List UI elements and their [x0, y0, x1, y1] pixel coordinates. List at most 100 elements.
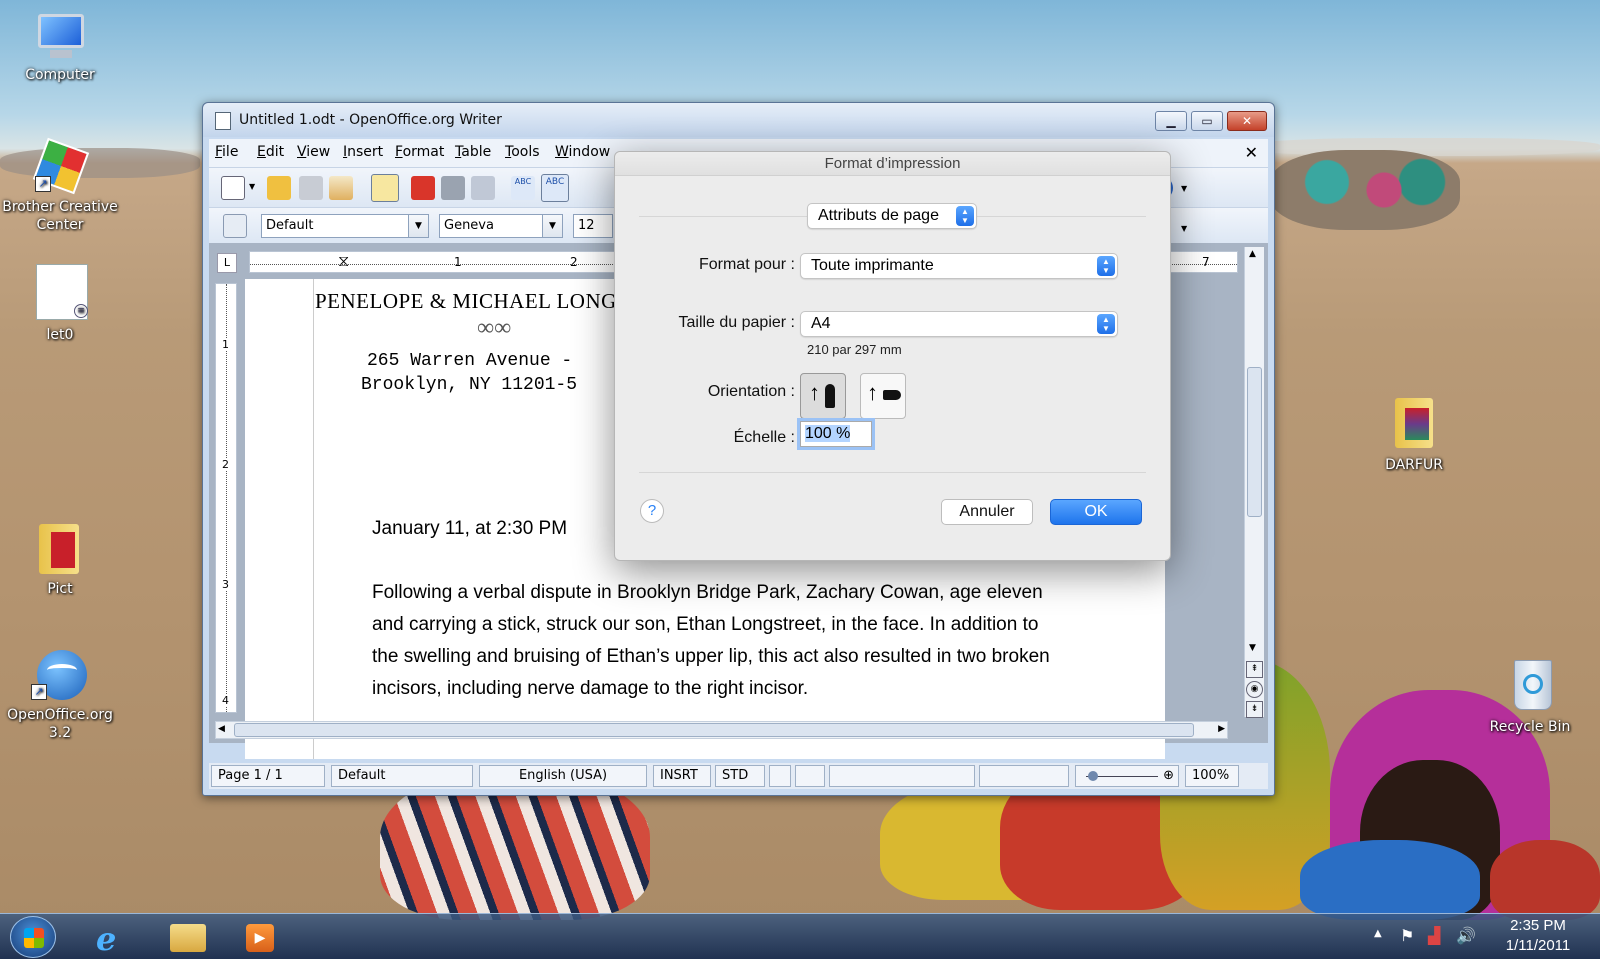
menu-edit[interactable]: Edit: [257, 144, 284, 160]
desktop-icon-pict[interactable]: Pict: [0, 520, 120, 598]
help-button[interactable]: ?: [640, 499, 664, 523]
save-icon[interactable]: [299, 176, 323, 200]
status-page[interactable]: Page 1 / 1: [211, 765, 325, 787]
menu-tools[interactable]: Tools: [505, 144, 540, 160]
export-pdf-icon[interactable]: [411, 176, 435, 200]
maximize-icon: ▭: [1201, 114, 1213, 128]
scale-input[interactable]: 100 %: [800, 421, 872, 447]
print-preview-icon[interactable]: [471, 176, 495, 200]
desktop-icon-let0[interactable]: ≡ let0: [0, 264, 120, 344]
zoom-slider-thumb[interactable]: [1088, 771, 1098, 781]
file-explorer-taskbar-button[interactable]: [160, 918, 216, 956]
clock-time: 2:35 PM: [1510, 917, 1566, 934]
scroll-left-icon[interactable]: ◀: [218, 724, 225, 734]
view-layout-icons[interactable]: [979, 765, 1069, 787]
scrollbar-thumb[interactable]: [1247, 367, 1262, 517]
scroll-up-icon[interactable]: ▲: [1249, 249, 1256, 259]
zoom-in-icon[interactable]: ⊕: [1163, 766, 1174, 786]
letterhead-name: PENELOPE & MICHAEL LONG: [315, 289, 617, 313]
next-page-icon[interactable]: ⇟: [1246, 701, 1263, 718]
desktop-icon-darfur[interactable]: DARFUR: [1354, 396, 1474, 474]
status-bar: Page 1 / 1 Default English (USA) INSRT S…: [209, 763, 1268, 789]
format-for-popup[interactable]: Toute imprimante ▲ ▼: [800, 253, 1118, 279]
status-page-style[interactable]: Default: [331, 765, 473, 787]
start-button[interactable]: [10, 916, 56, 958]
font-name-combo[interactable]: Geneva ▼: [439, 214, 563, 238]
minimize-button[interactable]: ▁: [1155, 111, 1187, 131]
menu-table[interactable]: Table: [455, 144, 491, 160]
dialog-separator: [639, 472, 1146, 473]
print-icon[interactable]: [441, 176, 465, 200]
ok-button[interactable]: OK: [1050, 499, 1142, 525]
system-clock[interactable]: 2:35 PM 1/11/2011: [1488, 916, 1588, 956]
zoom-slider[interactable]: ⊕: [1075, 765, 1179, 787]
internet-explorer-taskbar-button[interactable]: e: [86, 918, 142, 958]
horizontal-scrollbar[interactable]: ◀ ▶: [215, 721, 1228, 739]
media-player-taskbar-button[interactable]: ▶: [232, 918, 288, 956]
status-language[interactable]: English (USA): [479, 765, 647, 787]
internet-explorer-icon: e: [96, 920, 117, 958]
margin-line: [313, 279, 314, 759]
spellcheck-icon[interactable]: ABC: [511, 176, 535, 200]
close-icon: ✕: [1241, 114, 1253, 128]
wallpaper-crowd-right: [1270, 150, 1460, 230]
maximize-button[interactable]: ▭: [1191, 111, 1223, 131]
desktop-icon-recycle-bin[interactable]: Recycle Bin: [1470, 656, 1590, 736]
address-line-2: Brooklyn, NY 11201-5: [361, 375, 578, 395]
open-folder-icon[interactable]: [267, 176, 291, 200]
menu-window[interactable]: Window: [555, 144, 610, 160]
status-zoom[interactable]: 100%: [1185, 765, 1239, 787]
date-line: January 11, at 2:30 PM: [372, 518, 568, 539]
navigator-icon[interactable]: ◉: [1246, 681, 1263, 698]
folder-icon: [33, 520, 87, 576]
status-digital-signature[interactable]: [769, 765, 791, 787]
chevron-down-icon[interactable]: ▼: [542, 215, 562, 237]
ruler-indent-marker[interactable]: ⧖: [338, 251, 349, 271]
toolbar-overflow-icon[interactable]: ▼: [1181, 184, 1187, 193]
vertical-ruler[interactable]: 1 2 3 4: [215, 283, 237, 713]
scrollbar-thumb[interactable]: [234, 723, 1194, 737]
network-icon[interactable]: ▟: [1428, 926, 1440, 945]
font-size-combo[interactable]: 12: [573, 214, 613, 238]
status-modified[interactable]: [795, 765, 825, 787]
email-icon[interactable]: [329, 176, 353, 200]
orientation-landscape-button[interactable]: ↑: [860, 373, 906, 419]
chevron-down-icon[interactable]: ▼: [408, 215, 428, 237]
menu-insert[interactable]: Insert: [343, 144, 383, 160]
orientation-label: Orientation :: [707, 383, 795, 400]
scroll-right-icon[interactable]: ▶: [1218, 724, 1225, 734]
status-word-count[interactable]: [829, 765, 975, 787]
desktop-icon-openoffice[interactable]: ↗ OpenOffice.org 3.2: [0, 648, 120, 742]
new-document-icon[interactable]: [221, 176, 245, 200]
close-document-icon[interactable]: ✕: [1245, 143, 1258, 162]
desktop-icon-computer[interactable]: Computer: [0, 14, 120, 84]
paragraph-style-value: Default: [266, 218, 314, 233]
paper-size-popup[interactable]: A4 ▲ ▼: [800, 311, 1118, 337]
menu-file[interactable]: File: [215, 144, 238, 160]
scroll-down-icon[interactable]: ▼: [1249, 643, 1256, 653]
status-selection-mode[interactable]: STD: [715, 765, 765, 787]
paragraph-style-combo[interactable]: Default ▼: [261, 214, 429, 238]
cancel-button[interactable]: Annuler: [941, 499, 1033, 525]
show-hidden-icons-icon[interactable]: ▲: [1374, 928, 1382, 939]
desktop-icon-brother-creative-center[interactable]: ↗ Brother Creative Center: [0, 137, 120, 234]
previous-page-icon[interactable]: ⇞: [1246, 661, 1263, 678]
settings-popup[interactable]: Attributs de page ▲ ▼: [807, 203, 977, 229]
chevron-updown-icon: ▲ ▼: [956, 206, 974, 226]
chevron-down-icon[interactable]: ▼: [249, 182, 255, 191]
styles-formatting-icon[interactable]: [223, 214, 247, 238]
close-button[interactable]: ✕: [1227, 111, 1267, 131]
status-insert-mode[interactable]: INSRT: [653, 765, 711, 787]
writer-title-bar[interactable]: Untitled 1.odt - OpenOffice.org Writer ▁…: [203, 103, 1274, 137]
wallpaper-person-7: [1300, 840, 1480, 920]
volume-icon[interactable]: 🔊: [1456, 926, 1476, 945]
action-center-flag-icon[interactable]: ⚑: [1400, 926, 1414, 945]
orientation-portrait-button[interactable]: ↑: [800, 373, 846, 419]
vertical-scrollbar[interactable]: ▲ ▼ ⇞ ◉ ⇟: [1244, 247, 1264, 718]
tab-stop-selector[interactable]: L: [217, 253, 237, 273]
toolbar-overflow-icon[interactable]: ▼: [1181, 224, 1187, 233]
autospellcheck-icon[interactable]: ABC: [541, 174, 569, 202]
menu-format[interactable]: Format: [395, 144, 444, 160]
edit-mode-icon[interactable]: [371, 174, 399, 202]
menu-view[interactable]: View: [297, 144, 330, 160]
